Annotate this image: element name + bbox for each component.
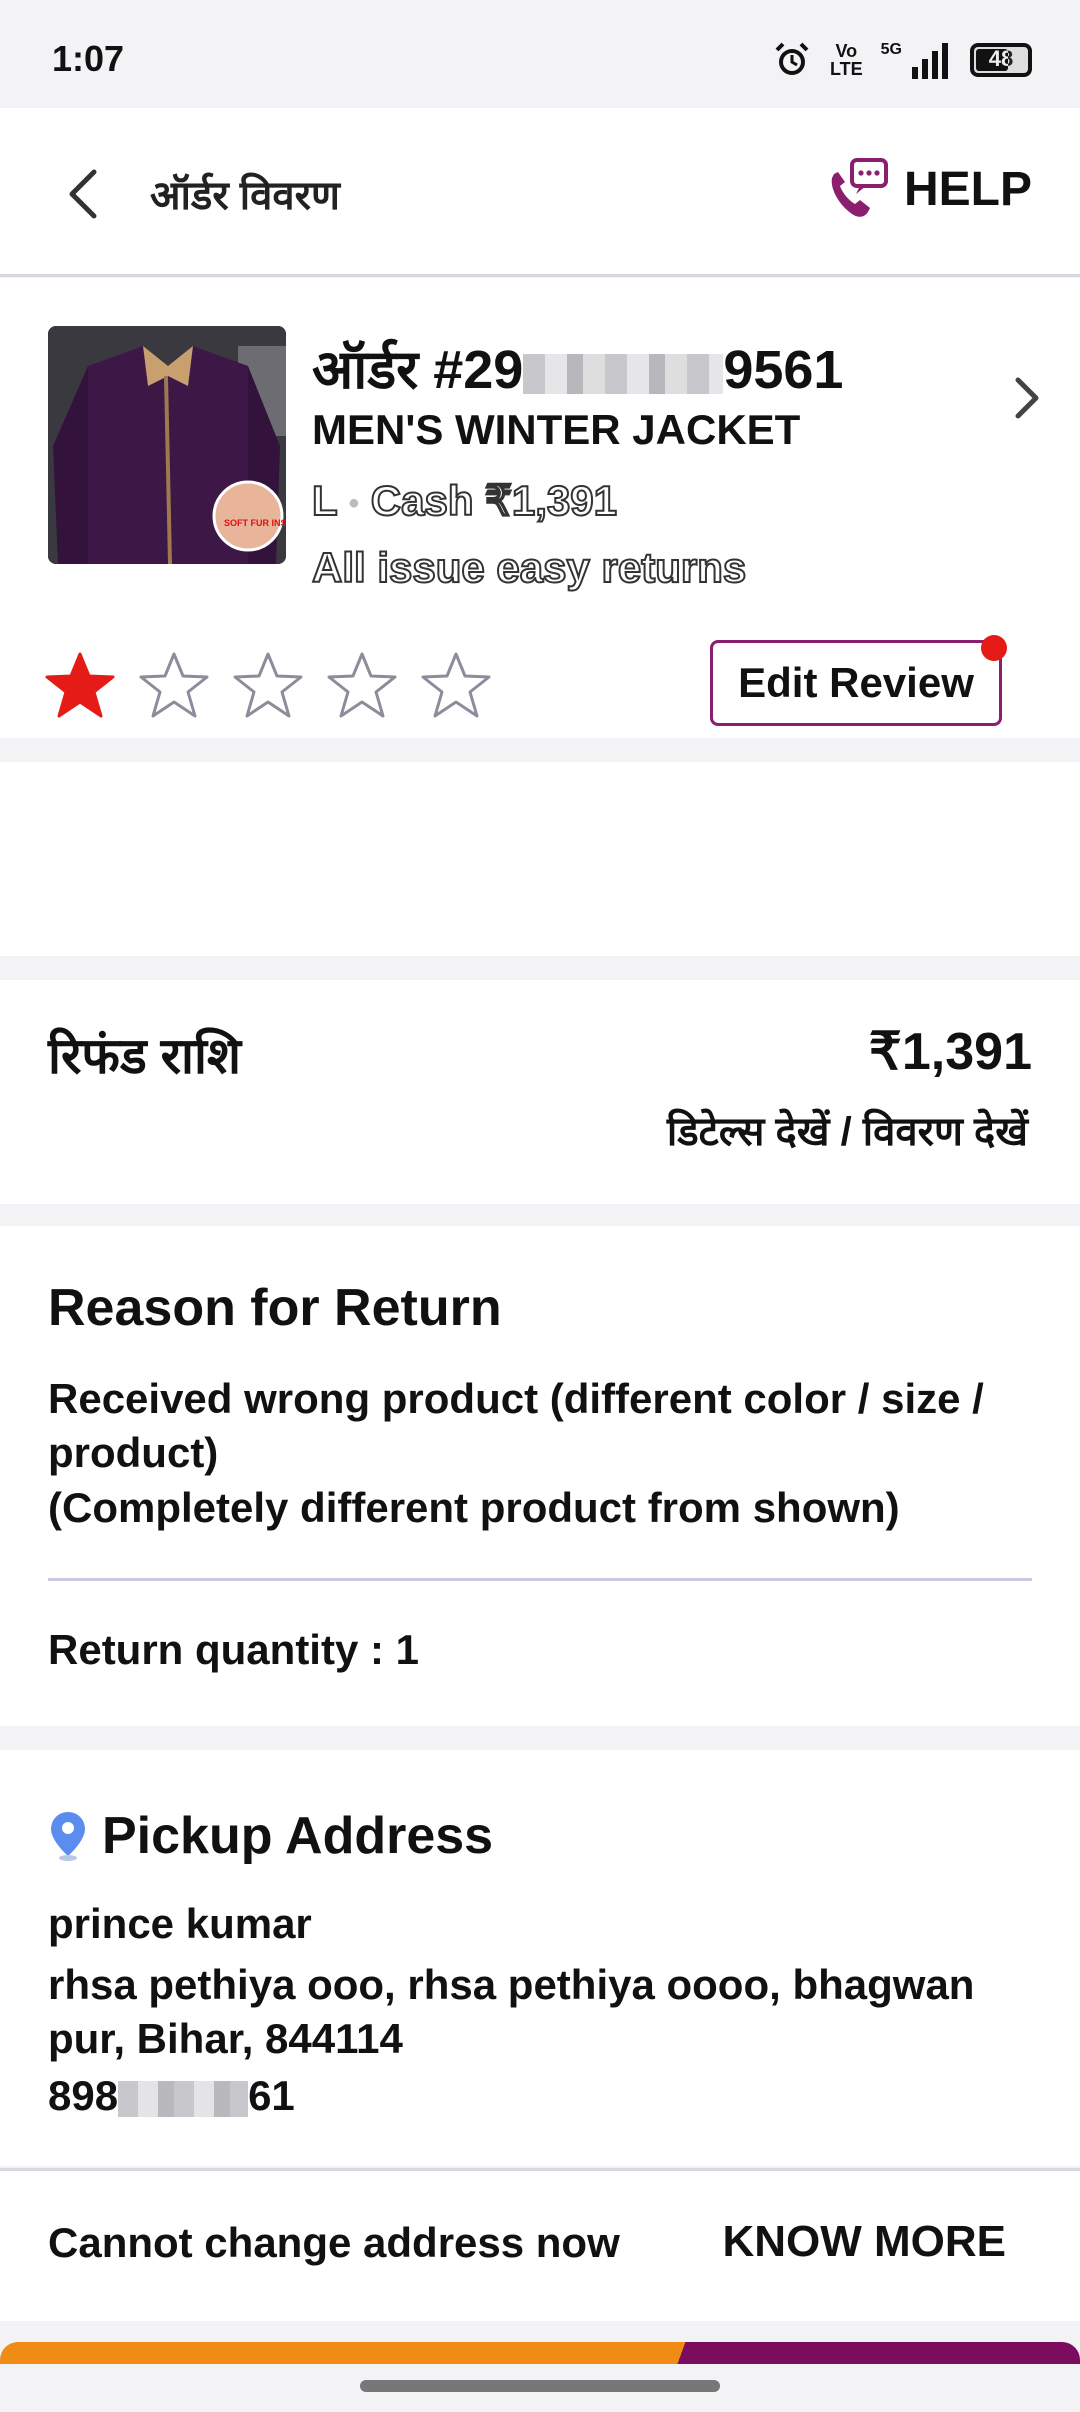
empty-section — [0, 762, 1080, 956]
redacted-digits — [523, 353, 724, 394]
order-number-prefix: ऑर्डर #29 — [312, 340, 524, 400]
notification-dot — [981, 635, 1007, 661]
edit-review-label: Edit Review — [738, 659, 974, 706]
view-details-link[interactable]: डिटेल्स देखें / विवरण देखें — [667, 1102, 1028, 1157]
refund-amount: ₹1,391 — [868, 1023, 1032, 1081]
know-more-button[interactable]: KNOW MORE — [722, 2217, 1006, 2267]
pickup-title-label: Pickup Address — [102, 1807, 494, 1865]
pickup-name: prince kumar — [48, 1900, 312, 1947]
refund-label: रिफंड राशि — [48, 1028, 241, 1084]
battery-level: 48 — [988, 46, 1014, 71]
return-reason-card: Reason for Return Received wrong product… — [0, 1226, 1080, 1726]
address-change-bar: Cannot change address now KNOW MORE — [0, 2168, 1080, 2321]
phone-chat-icon — [831, 158, 888, 217]
app-header: ऑर्डर विवरण HELP — [0, 108, 1080, 277]
alarm-icon — [775, 42, 809, 75]
svg-text:SOFT FUR INSIDE: SOFT FUR INSIDE — [224, 518, 286, 528]
product-name: MEN'S WINTER JACKET — [312, 406, 801, 453]
star-empty-icon[interactable] — [138, 650, 210, 722]
pickup-address-text: rhsa pethiya ooo, rhsa pethiya oooo, bha… — [48, 1961, 975, 2062]
location-pin-icon — [51, 1812, 85, 1861]
payment-info: Cash ₹1,391 — [370, 476, 618, 525]
chevron-right-icon[interactable] — [1004, 370, 1052, 426]
pickup-title: Pickup Address — [48, 1806, 493, 1866]
pickup-address-card: Pickup Address prince kumar rhsa pethiya… — [0, 1750, 1080, 2166]
phone-prefix: 898 — [48, 2072, 119, 2119]
separator-dot: • — [348, 486, 360, 520]
status-time: 1:07 — [52, 38, 125, 79]
phone-suffix: 61 — [248, 2072, 295, 2119]
star-empty-icon[interactable] — [232, 650, 304, 722]
network-5g-label: 5G — [880, 41, 902, 58]
status-bar: 1:07 Vo LTE 5G 48 — [0, 0, 1080, 108]
star-empty-icon[interactable] — [326, 650, 398, 722]
rating-stars[interactable] — [44, 650, 492, 722]
gesture-nav-bar[interactable] — [360, 2380, 720, 2392]
refund-card: रिफंड राशि ₹1,391 डिटेल्स देखें / विवरण … — [0, 980, 1080, 1204]
edit-review-button[interactable]: Edit Review — [710, 635, 1007, 726]
order-number: ऑर्डर #29 9561 — [312, 330, 843, 404]
size-and-price: L • Cash ₹1,391 — [311, 476, 618, 525]
order-summary-card[interactable]: SOFT FUR INSIDE ऑर्डर #29 9561 MEN'S WINT… — [0, 278, 1080, 738]
help-button[interactable]: HELP — [824, 158, 1032, 220]
status-icons: Vo LTE 5G 48 — [772, 36, 1032, 84]
divider — [48, 1578, 1032, 1581]
pickup-phone: 898 61 — [48, 2072, 295, 2120]
star-filled-icon[interactable] — [44, 650, 116, 722]
address-change-message: Cannot change address now — [48, 2219, 620, 2266]
returns-policy-note: All issue easy returns — [311, 543, 747, 592]
reason-title: Reason for Return — [48, 1279, 502, 1337]
order-number-suffix: 9561 — [723, 340, 844, 400]
help-label: HELP — [903, 162, 1032, 216]
reason-subtext: (Completely different product from shown… — [48, 1484, 900, 1531]
battery-icon: 48 — [970, 43, 1032, 77]
product-size: L — [311, 476, 338, 525]
redacted-phone-digits — [118, 2080, 249, 2117]
return-quantity: Return quantity : 1 — [48, 1626, 420, 1673]
page-title: ऑर्डर विवरण — [150, 174, 340, 218]
reason-text: Received wrong product (different color … — [48, 1375, 984, 1476]
back-arrow-icon[interactable] — [56, 164, 116, 224]
jacket-image: SOFT FUR INSIDE — [48, 326, 286, 564]
bottom-action-stripe[interactable] — [0, 2342, 1080, 2364]
signal-icon — [912, 43, 948, 79]
volte-indicator: Vo LTE — [829, 41, 863, 79]
star-empty-icon[interactable] — [420, 650, 492, 722]
product-thumbnail[interactable]: SOFT FUR INSIDE — [48, 326, 286, 564]
